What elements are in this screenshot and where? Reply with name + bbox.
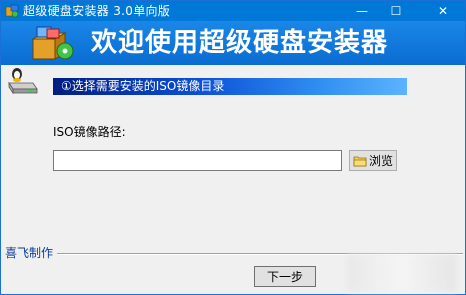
- iso-path-label: ISO镜像路径:: [53, 125, 126, 139]
- browse-button[interactable]: 浏览: [349, 150, 397, 171]
- browse-button-label: 浏览: [369, 153, 394, 168]
- folder-icon: [353, 156, 367, 166]
- blurred-region: [347, 254, 457, 292]
- step-header: ①选择需要安装的ISO镜像目录: [53, 78, 407, 95]
- app-icon: [5, 4, 19, 18]
- welcome-banner: 欢迎使用超级硬盘安装器: [1, 21, 465, 65]
- maximize-button[interactable]: ☐: [381, 1, 411, 21]
- window-title: 超级硬盘安装器 3.0单向版: [23, 4, 171, 18]
- author-credit: 喜飞制作: [5, 246, 54, 260]
- step-title: ①选择需要安装的ISO镜像目录: [61, 79, 225, 93]
- hard-disk-icon: [8, 68, 38, 95]
- installer-logo-icon: [31, 26, 74, 60]
- minimize-button[interactable]: —: [347, 1, 377, 21]
- iso-path-input[interactable]: [53, 150, 342, 171]
- banner-title: 欢迎使用超级硬盘安装器: [91, 28, 389, 58]
- title-bar[interactable]: 超级硬盘安装器 3.0单向版 — ☐ ✕: [1, 1, 465, 21]
- next-button[interactable]: 下一步: [254, 266, 316, 287]
- close-button[interactable]: ✕: [421, 1, 465, 21]
- installer-window: 超级硬盘安装器 3.0单向版 — ☐ ✕ 欢迎使用超级硬盘安装器 ①选择需要安装…: [0, 0, 466, 295]
